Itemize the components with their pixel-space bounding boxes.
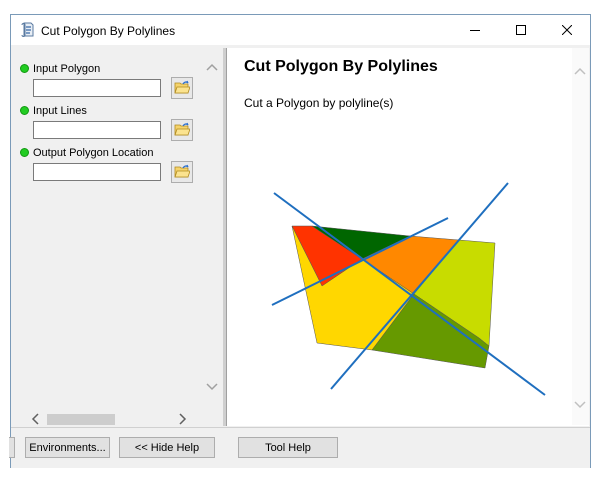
scroll-down-icon[interactable]	[574, 398, 586, 412]
maximize-button[interactable]	[498, 15, 544, 45]
close-button[interactable]	[544, 15, 590, 45]
input-lines-field[interactable]	[33, 121, 161, 139]
browse-output-polygon-location-button[interactable]	[171, 161, 193, 183]
tool-dialog-window: Cut Polygon By Polylines Input Polygon I…	[9, 14, 591, 468]
param-label-input-lines: Input Lines	[20, 105, 87, 117]
horizontal-scroll-thumb[interactable]	[47, 414, 115, 425]
close-icon	[562, 25, 572, 35]
scroll-up-icon[interactable]	[574, 64, 586, 78]
tool-help-button[interactable]: Tool Help	[238, 437, 338, 458]
param-label-input-polygon: Input Polygon	[20, 63, 100, 75]
scroll-left-icon[interactable]	[31, 413, 39, 428]
required-indicator-icon	[20, 105, 29, 115]
browse-input-lines-button[interactable]	[171, 119, 193, 141]
open-folder-icon	[174, 80, 191, 97]
python-script-icon	[20, 22, 36, 38]
param-label-output-polygon-location: Output Polygon Location	[20, 147, 153, 159]
help-vertical-scrollbar[interactable]	[572, 48, 589, 425]
title-bar[interactable]: Cut Polygon By Polylines	[11, 15, 590, 45]
minimize-icon	[470, 25, 480, 35]
hide-help-button[interactable]: << Hide Help	[119, 437, 215, 458]
button-bar: Environments... << Hide Help Tool Help	[9, 427, 590, 468]
help-panel: Cut Polygon By Polylines Cut a Polygon b…	[226, 48, 589, 426]
scroll-right-icon[interactable]	[179, 413, 187, 428]
required-indicator-icon	[20, 147, 29, 157]
parameters-horizontal-scrollbar[interactable]	[13, 410, 205, 427]
truncated-button[interactable]	[9, 437, 15, 458]
parameters-panel: Input Polygon Input Lines Output Polygon…	[13, 48, 223, 426]
input-polygon-field[interactable]	[33, 79, 161, 97]
cut-polygon-illustration	[271, 182, 546, 396]
environments-button[interactable]: Environments...	[25, 437, 110, 458]
browse-input-polygon-button[interactable]	[171, 77, 193, 99]
window-title: Cut Polygon By Polylines	[41, 24, 176, 38]
maximize-icon	[516, 25, 526, 35]
required-indicator-icon	[20, 63, 29, 73]
scroll-up-icon[interactable]	[206, 60, 218, 74]
open-folder-icon	[174, 122, 191, 139]
minimize-button[interactable]	[452, 15, 498, 45]
open-folder-icon	[174, 164, 191, 181]
output-polygon-location-field[interactable]	[33, 163, 161, 181]
parameters-vertical-scrollbar[interactable]	[203, 48, 221, 410]
scroll-down-icon[interactable]	[206, 380, 218, 394]
